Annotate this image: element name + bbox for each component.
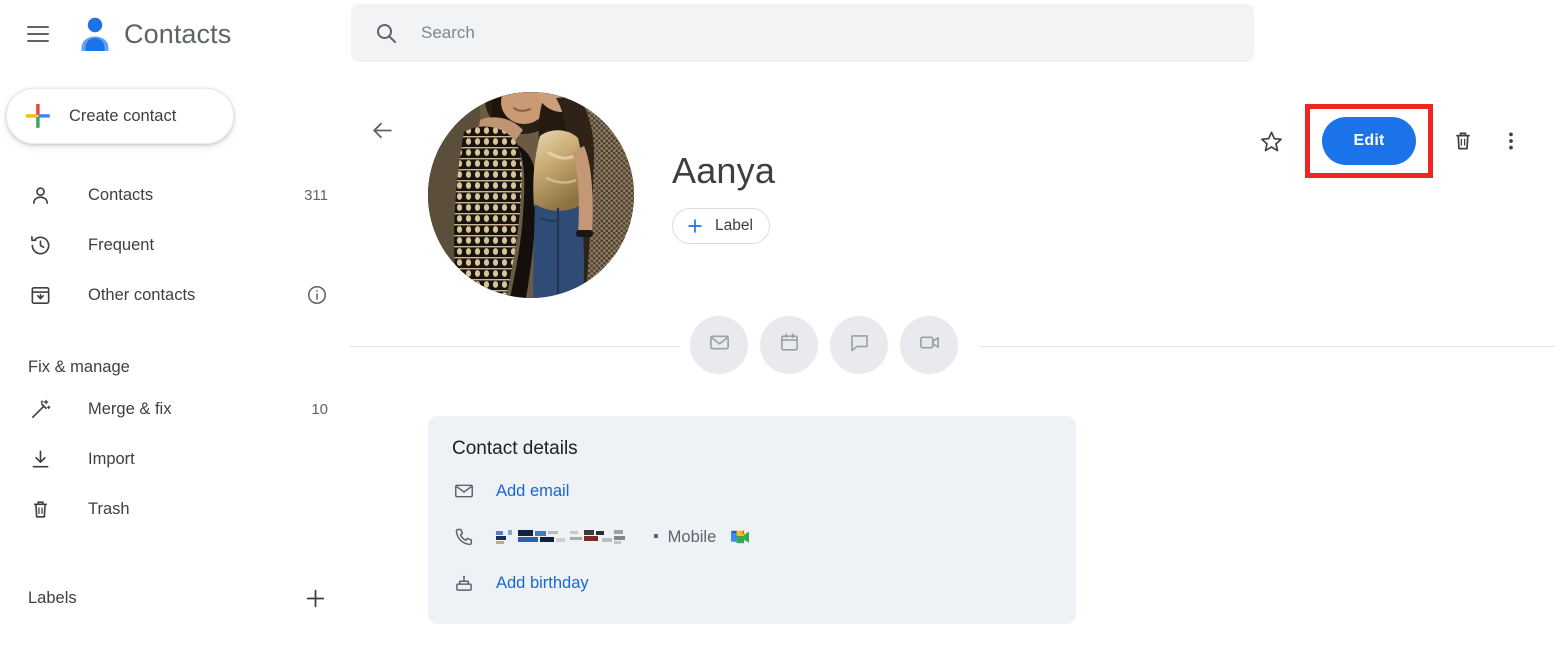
chat-bubble-icon: [848, 331, 871, 359]
edit-button-highlight: Edit: [1305, 104, 1433, 178]
calendar-action-button[interactable]: [760, 316, 818, 374]
more-vertical-icon[interactable]: [1487, 117, 1535, 165]
contacts-app: Contacts Create contact: [0, 0, 1555, 653]
separator-bullet: ▪: [653, 528, 659, 545]
create-label-plus-icon[interactable]: [302, 585, 328, 611]
divider-right: [980, 346, 1555, 347]
add-label-button[interactable]: Label: [672, 208, 770, 244]
email-action-button[interactable]: [690, 316, 748, 374]
app-brand: Contacts: [0, 0, 350, 68]
hamburger-line: [27, 33, 49, 35]
google-plus-icon: [25, 103, 51, 129]
page-title: Contacts: [124, 18, 232, 49]
edit-button[interactable]: Edit: [1322, 117, 1416, 165]
hamburger-line: [27, 26, 49, 28]
calendar-icon: [778, 331, 801, 359]
magic-wand-icon: [28, 397, 52, 421]
labels-title: Labels: [28, 588, 77, 607]
google-meet-icon[interactable]: [728, 527, 752, 547]
sidebar-item-merge-fix[interactable]: Merge & fix 10: [0, 384, 350, 434]
info-circle-icon[interactable]: [306, 284, 328, 306]
quick-action-buttons: [690, 316, 958, 374]
sidebar-labels-header: Labels: [0, 578, 350, 618]
envelope-icon: [452, 479, 476, 503]
contact-details-card: Contact details Add email ▪ Mobile Add b…: [428, 416, 1076, 624]
back-arrow-icon[interactable]: [358, 106, 406, 154]
phone-icon: [452, 525, 476, 549]
sidebar-item-label: Contacts: [88, 185, 154, 204]
sidebar-item-label: Other contacts: [88, 285, 196, 304]
sidebar-section-fix-manage: Fix & manage: [28, 357, 130, 376]
contact-toolbar: Edit: [1247, 104, 1535, 178]
sidebar-item-trash[interactable]: Trash: [0, 484, 350, 534]
detail-row: ▪ Mobile: [428, 522, 1076, 552]
contact-details-title: Contact details: [452, 438, 578, 459]
add-label-text: Label: [715, 217, 753, 234]
plus-icon: [686, 217, 704, 235]
hamburger-line: [27, 40, 49, 42]
cake-icon: [452, 571, 476, 595]
sidebar-item-count: 311: [304, 186, 328, 204]
archive-down-icon: [28, 283, 52, 307]
contact-detail-pane: Aanya Label Edit Contact details Add ema…: [350, 68, 1555, 653]
search-icon: [373, 20, 399, 46]
sidebar-item-import[interactable]: Import: [0, 434, 350, 484]
sidebar-item-count: 10: [311, 400, 328, 418]
divider-left: [350, 346, 680, 347]
sidebar-item-label: Frequent: [88, 235, 155, 254]
quick-actions-row: [350, 310, 1555, 382]
video-camera-icon: [918, 331, 941, 359]
phone-number-value[interactable]: ▪ Mobile: [496, 527, 752, 547]
person-icon: [28, 183, 52, 207]
download-icon: [28, 447, 52, 471]
chat-action-button[interactable]: [830, 316, 888, 374]
search-input[interactable]: [421, 23, 1254, 43]
add-birthday-link[interactable]: Add birthday: [496, 574, 589, 593]
hamburger-menu-icon[interactable]: [16, 12, 60, 56]
detail-row: Add birthday: [428, 568, 1076, 598]
add-email-link[interactable]: Add email: [496, 482, 569, 501]
avatar[interactable]: [428, 92, 634, 298]
redacted-phone-number: [496, 529, 646, 546]
search-bar[interactable]: [351, 4, 1254, 62]
phone-type-label: Mobile: [667, 527, 717, 546]
envelope-icon: [708, 331, 731, 359]
contact-identity: Aanya Label: [672, 150, 775, 244]
sidebar-item-other-contacts[interactable]: Other contacts: [0, 270, 350, 320]
trash-icon: [28, 497, 52, 521]
contacts-person-logo-icon: [74, 13, 116, 55]
contact-name: Aanya: [672, 150, 776, 191]
sidebar: Create contact Contacts 311 Frequent Oth…: [0, 68, 350, 653]
video-action-button[interactable]: [900, 316, 958, 374]
star-outline-icon[interactable]: [1247, 117, 1295, 165]
sidebar-item-label: Trash: [88, 499, 130, 518]
history-clock-icon: [28, 233, 52, 257]
sidebar-item-frequent[interactable]: Frequent: [0, 220, 350, 270]
sidebar-item-label: Import: [88, 449, 135, 468]
create-contact-label: Create contact: [69, 106, 177, 125]
sidebar-item-label: Merge & fix: [88, 399, 172, 418]
create-contact-button[interactable]: Create contact: [6, 88, 234, 144]
delete-contact-icon[interactable]: [1439, 117, 1487, 165]
sidebar-item-contacts[interactable]: Contacts 311: [0, 170, 350, 220]
detail-row: Add email: [428, 476, 1076, 506]
sidebar-nav-list: Contacts 311 Frequent Other contacts Fix…: [0, 170, 350, 618]
contact-header: Aanya Label Edit: [350, 68, 1555, 308]
